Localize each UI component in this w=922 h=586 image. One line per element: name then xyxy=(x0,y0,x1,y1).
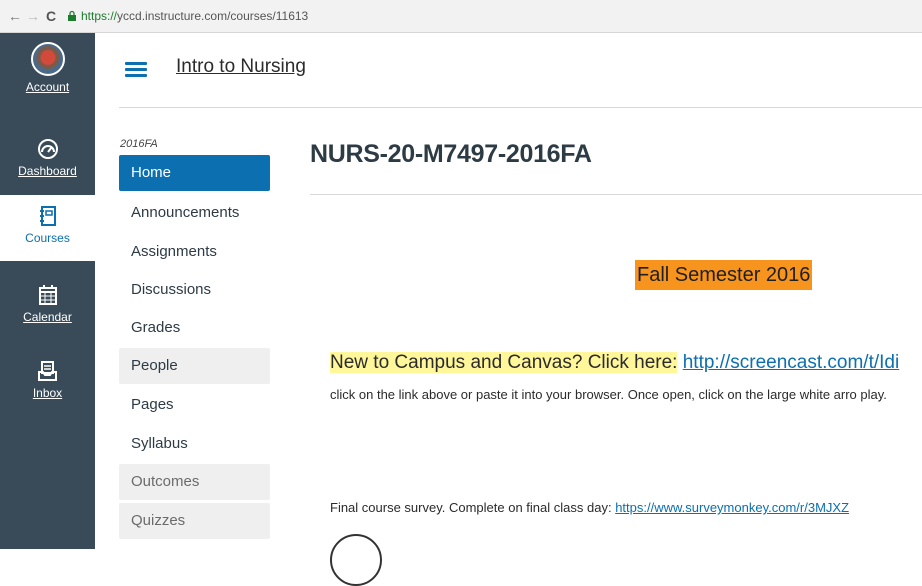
global-nav-label: Dashboard xyxy=(18,164,77,178)
course-title-link[interactable]: Intro to Nursing xyxy=(176,56,306,78)
course-nav-people[interactable]: People xyxy=(119,348,270,384)
forward-arrow-icon[interactable]: → xyxy=(24,8,42,24)
survey-link[interactable]: https://www.surveymonkey.com/r/3MJXZ xyxy=(615,500,849,515)
address-bar[interactable]: https://yccd.instructure.com/courses/116… xyxy=(81,9,308,23)
url-path: yccd.instructure.com/courses/11613 xyxy=(117,9,309,23)
global-nav-label: Courses xyxy=(25,231,70,245)
hamburger-menu-icon[interactable] xyxy=(125,62,147,78)
semester-banner: Fall Semester 2016 xyxy=(635,260,813,290)
course-nav-home[interactable]: Home xyxy=(119,155,270,191)
global-nav-label: Inbox xyxy=(32,386,63,400)
term-label: 2016FA xyxy=(120,138,158,150)
global-nav-label: Calendar xyxy=(23,310,72,324)
course-nav-discussions[interactable]: Discussions xyxy=(119,272,270,308)
play-button-icon[interactable] xyxy=(330,534,382,586)
url-scheme: https:// xyxy=(81,9,118,23)
global-nav: Account Dashboard Courses Calendar Inbox xyxy=(0,33,95,549)
title-divider xyxy=(310,194,922,195)
courses-icon xyxy=(39,206,56,226)
survey-line: Final course survey. Complete on final c… xyxy=(330,500,849,515)
dashboard-icon xyxy=(37,139,58,159)
global-nav-calendar[interactable]: Calendar xyxy=(0,284,95,324)
lock-icon xyxy=(68,10,76,21)
calendar-icon xyxy=(38,285,57,305)
course-nav-syllabus[interactable]: Syllabus xyxy=(119,426,270,462)
global-nav-inbox[interactable]: Inbox xyxy=(0,360,95,400)
global-nav-account[interactable]: Account xyxy=(0,42,95,94)
course-nav: 2016FA Home Announcements Assignments Di… xyxy=(119,108,271,549)
screencast-link[interactable]: http://screencast.com/t/Idi xyxy=(683,352,899,373)
new-to-campus-line: New to Campus and Canvas? Click here: ht… xyxy=(330,350,899,376)
avatar xyxy=(30,42,65,76)
course-nav-announcements[interactable]: Announcements xyxy=(119,195,270,231)
back-arrow-icon[interactable]: ← xyxy=(6,8,24,24)
course-header: Intro to Nursing xyxy=(119,33,922,108)
course-nav-outcomes[interactable]: Outcomes xyxy=(119,464,270,500)
course-nav-quizzes[interactable]: Quizzes xyxy=(119,503,270,539)
page-title: NURS-20-M7497-2016FA xyxy=(310,140,592,168)
course-nav-assignments[interactable]: Assignments xyxy=(119,234,270,270)
course-nav-grades[interactable]: Grades xyxy=(119,310,270,346)
global-nav-label: Account xyxy=(25,80,70,94)
global-nav-dashboard[interactable]: Dashboard xyxy=(0,138,95,178)
instructions-text: click on the link above or paste it into… xyxy=(330,387,887,402)
global-nav-courses[interactable]: Courses xyxy=(0,195,95,261)
survey-text: Final course survey. Complete on final c… xyxy=(330,500,612,515)
course-nav-pages[interactable]: Pages xyxy=(119,387,270,423)
reload-icon[interactable]: C xyxy=(42,8,60,24)
browser-toolbar: ← → C https://yccd.instructure.com/cours… xyxy=(0,0,922,33)
new-to-campus-text: New to Campus and Canvas? Click here: xyxy=(330,352,678,373)
inbox-icon xyxy=(37,361,57,381)
